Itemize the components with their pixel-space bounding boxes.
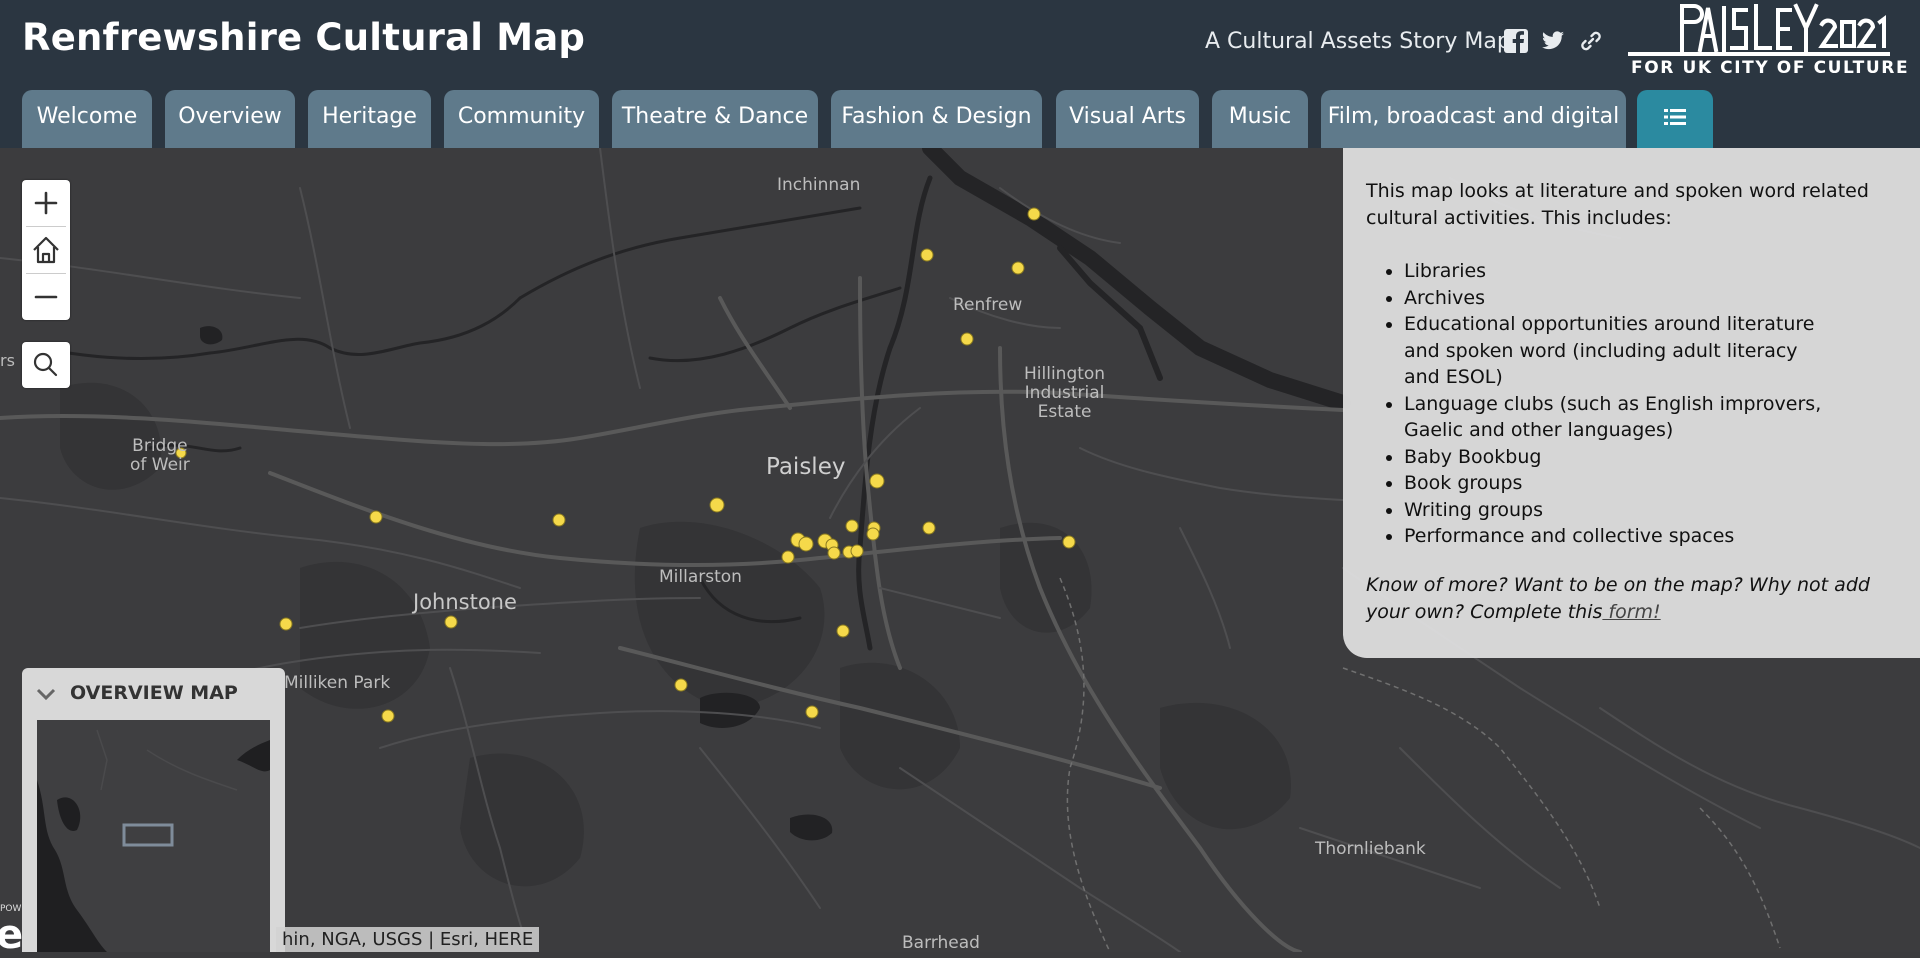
zoom-in-icon[interactable] <box>22 180 70 226</box>
place-thornliebank: Thornliebank <box>1315 839 1426 859</box>
overview-map-panel: OVERVIEW MAP <box>22 668 285 952</box>
place-inchinnan: Inchinnan <box>777 175 861 195</box>
logo-tagline: FOR UK CITY OF CULTURE <box>1631 58 1910 78</box>
zoom-out-icon[interactable] <box>22 274 70 320</box>
tab-fashion-design[interactable]: Fashion & Design <box>831 90 1042 148</box>
paisley-2021-wordmark <box>1628 3 1890 56</box>
place-renfrew: Renfrew <box>953 295 1023 315</box>
place-barrhead: Barrhead <box>902 933 980 953</box>
tab-music[interactable]: Music <box>1212 90 1308 148</box>
paisley-2021-logo: FOR UK CITY OF CULTURE <box>1628 0 1910 82</box>
list-item: Archives <box>1404 285 1824 312</box>
list-item: Writing groups <box>1404 497 1824 524</box>
map-search-button[interactable] <box>22 342 70 388</box>
panel-intro: This map looks at literature and spoken … <box>1366 180 1869 229</box>
list-item: Book groups <box>1404 470 1824 497</box>
overview-map-title[interactable]: OVERVIEW MAP <box>70 682 238 704</box>
place-paisley: Paisley <box>766 454 846 480</box>
home-icon[interactable] <box>22 227 70 273</box>
tab-community[interactable]: Community <box>444 90 599 148</box>
map-attribution[interactable]: hin, NGA, USGS | Esri, HERE <box>276 927 540 952</box>
facebook-icon[interactable] <box>1503 28 1529 54</box>
place-milliken-park: Milliken Park <box>284 673 391 693</box>
place-millarston: Millarston <box>659 567 742 587</box>
panel-note: Know of more? Want to be on the map? Why… <box>1366 574 1870 623</box>
tab-welcome[interactable]: Welcome <box>22 90 152 148</box>
tab-overview[interactable]: Overview <box>165 90 295 148</box>
list-item: Baby Bookbug <box>1404 444 1824 471</box>
tab-heritage[interactable]: Heritage <box>308 90 431 148</box>
list-icon <box>1664 109 1686 125</box>
app-subtitle: A Cultural Assets Story Map <box>1205 29 1511 54</box>
tab-list[interactable] <box>1637 90 1713 148</box>
overview-map-graphic <box>37 729 270 952</box>
chevron-down-icon[interactable] <box>36 688 56 702</box>
list-item: Libraries <box>1404 258 1824 285</box>
twitter-icon[interactable] <box>1540 28 1566 54</box>
place-hillington: Hillington Industrial Estate <box>1024 364 1106 422</box>
app-title: Renfrewshire Cultural Map <box>22 16 586 59</box>
form-link[interactable]: form! <box>1602 601 1660 623</box>
place-bridge-of-weir: Bridge of Weir <box>130 436 190 475</box>
list-item: Educational opportunities around literat… <box>1404 311 1824 391</box>
place-edge-label: rs <box>0 351 15 370</box>
panel-list: Libraries Archives Educational opportuni… <box>1384 258 1824 550</box>
tab-theatre-dance[interactable]: Theatre & Dance <box>612 90 818 148</box>
search-icon <box>33 352 58 377</box>
tab-visual-arts[interactable]: Visual Arts <box>1056 90 1199 148</box>
list-item: Language clubs (such as English improver… <box>1404 391 1824 444</box>
overview-map[interactable] <box>37 720 270 952</box>
place-johnstone: Johnstone <box>413 590 517 614</box>
link-icon[interactable] <box>1578 28 1604 54</box>
esri-powered-logo: POW e <box>0 904 24 958</box>
zoom-controls <box>22 180 70 320</box>
tab-film-broadcast-digital[interactable]: Film, broadcast and digital <box>1321 90 1626 148</box>
story-info-panel: This map looks at literature and spoken … <box>1343 148 1920 658</box>
list-item: Performance and collective spaces <box>1404 523 1824 550</box>
